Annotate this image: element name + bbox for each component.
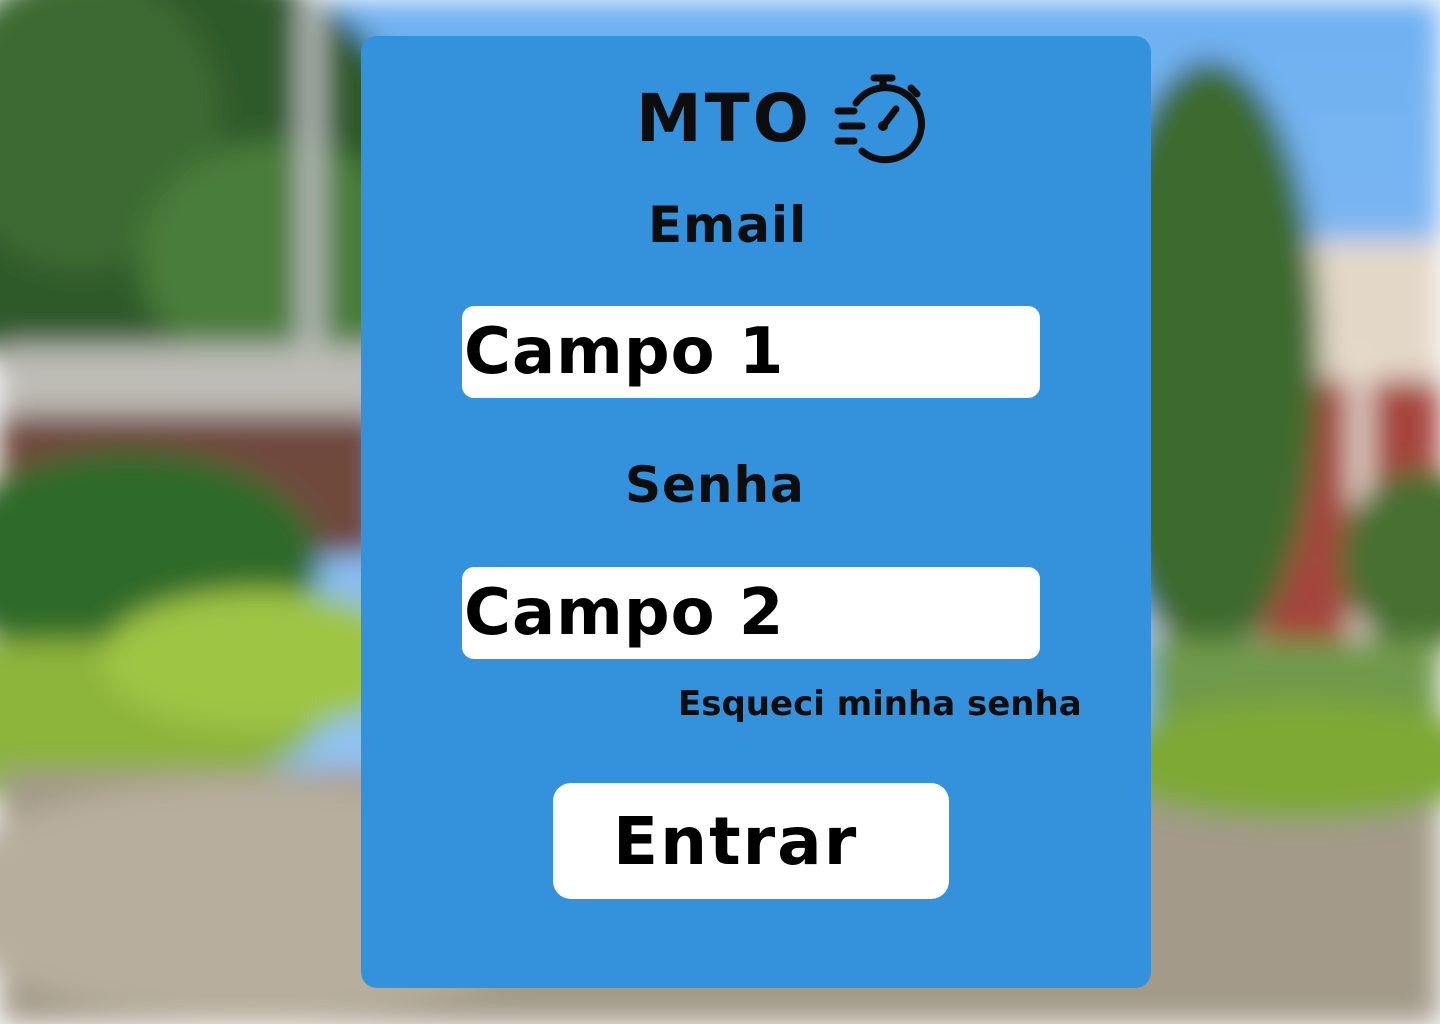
email-field[interactable]: Campo 1 (462, 306, 1040, 398)
fast-stopwatch-icon (834, 73, 926, 165)
brand-title: MTO (636, 80, 812, 157)
password-label: Senha (625, 456, 805, 514)
login-card: MTO Email Campo 1 Senha Campo 2 Esqueci … (361, 36, 1151, 988)
login-button[interactable]: Entrar (553, 783, 949, 899)
password-field[interactable]: Campo 2 (462, 567, 1040, 659)
brand-header: MTO (636, 74, 926, 164)
forgot-password-link[interactable]: Esqueci minha senha (678, 687, 1082, 721)
email-label: Email (648, 196, 808, 254)
